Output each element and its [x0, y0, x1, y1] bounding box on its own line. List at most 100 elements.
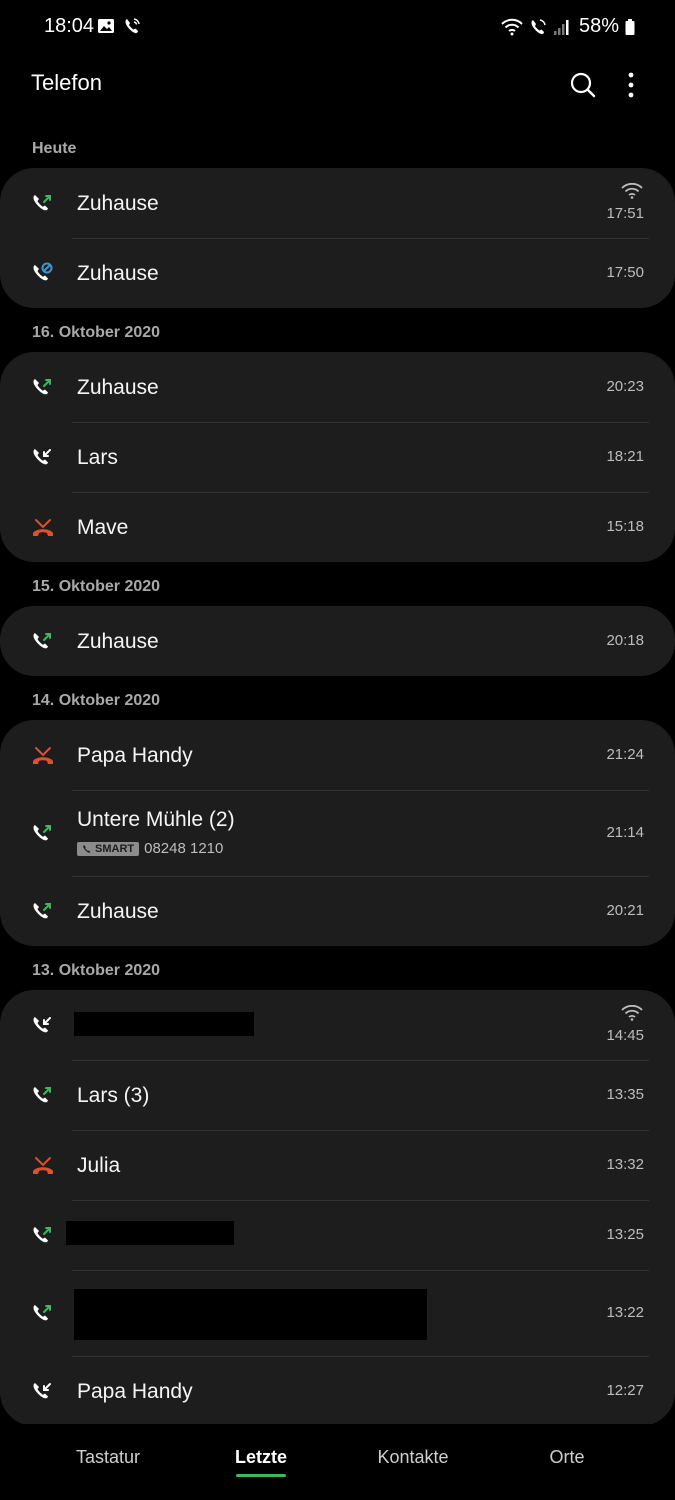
call-time: 17:50	[606, 264, 644, 281]
date-header: Heute	[32, 140, 77, 157]
status-time: 18:04	[44, 15, 95, 37]
call-row[interactable]: Papa Handy 12:27	[0, 1356, 675, 1424]
call-row[interactable]: Zuhause 20:18	[0, 606, 675, 676]
call-row[interactable]: Julia 13:32	[0, 1130, 675, 1200]
outgoing-call-icon	[33, 195, 51, 211]
call-row[interactable]: Papa Handy 21:24	[0, 720, 675, 790]
call-group: 16. Oktober 2020 Zuhause 20:23 Lars 18:2…	[0, 324, 675, 562]
call-time: 12:27	[606, 1382, 644, 1399]
call-time: 21:24	[606, 746, 644, 763]
call-log-list: Heute Zuhause 17:51 Zuhause 17:50 16. Ok…	[0, 140, 675, 1424]
smart-call-badge: SMART	[77, 841, 140, 856]
active-tab-indicator	[236, 1474, 286, 1477]
outgoing-call-icon	[33, 379, 51, 395]
contact-name: Lars (3)	[77, 1084, 150, 1107]
contact-name: Untere Mühle (2)	[77, 808, 235, 831]
incoming-call-icon	[33, 1383, 51, 1399]
contact-name: Papa Handy	[77, 744, 193, 767]
call-card: Papa Handy 21:24 Untere Mühle (2) SMART …	[0, 720, 675, 946]
incoming-call-icon	[33, 1017, 51, 1033]
call-row[interactable]: Zuhause 17:51	[0, 168, 675, 238]
battery-percentage: 58%	[578, 15, 619, 37]
tab-kontakte[interactable]: Kontakte	[377, 1447, 448, 1468]
call-time: 18:21	[606, 448, 644, 465]
tab-orte[interactable]: Orte	[549, 1447, 584, 1468]
outgoing-call-icon	[33, 633, 51, 649]
call-time: 13:22	[606, 1304, 644, 1321]
incoming-call-icon	[33, 449, 51, 465]
blocked-call-icon	[33, 262, 53, 281]
signal-icon	[553, 19, 569, 35]
outgoing-call-icon	[33, 1305, 51, 1321]
date-header: 14. Oktober 2020	[32, 692, 161, 709]
contact-name: Zuhause	[77, 630, 159, 653]
battery-icon	[625, 18, 635, 35]
call-time: 20:21	[606, 902, 644, 919]
call-row[interactable]: Mave 15:18	[0, 492, 675, 562]
contact-name: Zuhause	[77, 192, 159, 215]
date-header: 15. Oktober 2020	[32, 578, 161, 595]
call-row[interactable]: 13:25	[0, 1200, 675, 1270]
call-row[interactable]: Untere Mühle (2) SMART 08248 1210 21:14	[0, 790, 675, 876]
contact-name: Zuhause	[77, 900, 159, 923]
status-right-icons: 58%	[501, 15, 635, 38]
missed-call-icon	[33, 747, 53, 764]
date-header: 16. Oktober 2020	[32, 324, 161, 341]
redacted-name	[74, 1012, 254, 1036]
redacted-name	[74, 1289, 427, 1340]
call-card: 14:45 Lars (3) 13:35 Julia 13:32 13:25 1…	[0, 990, 675, 1424]
call-time: 13:25	[606, 1226, 644, 1243]
outgoing-call-icon	[33, 1087, 51, 1103]
call-row[interactable]: 14:45	[0, 990, 675, 1060]
status-left-icons	[97, 17, 141, 35]
call-time: 17:51	[606, 205, 644, 222]
phone-number: 08248 1210	[144, 840, 224, 857]
call-row[interactable]: Zuhause 20:21	[0, 876, 675, 946]
missed-call-icon	[33, 1157, 53, 1174]
call-time: 20:18	[606, 632, 644, 649]
call-time: 13:35	[606, 1086, 644, 1103]
call-time: 21:14	[606, 824, 644, 841]
wifi-call-indicator-icon	[621, 1005, 643, 1021]
contact-name: Zuhause	[77, 376, 159, 399]
contact-name: Mave	[77, 516, 129, 539]
status-bar: 18:04 58%	[0, 0, 675, 56]
contact-name: Julia	[77, 1154, 121, 1177]
date-header: 13. Oktober 2020	[32, 962, 161, 979]
call-row[interactable]: Zuhause 17:50	[0, 238, 675, 308]
call-row[interactable]: Zuhause 20:23	[0, 352, 675, 422]
call-card: Zuhause 20:23 Lars 18:21 Mave 15:18	[0, 352, 675, 562]
gallery-icon	[98, 19, 114, 33]
wifi-call-icon	[531, 18, 546, 34]
call-row[interactable]: Lars (3) 13:35	[0, 1060, 675, 1130]
call-group: 14. Oktober 2020 Papa Handy 21:24 Untere…	[0, 692, 675, 946]
wifi-call-icon	[125, 18, 140, 34]
search-icon[interactable]	[566, 68, 600, 102]
missed-call-icon	[33, 519, 53, 536]
call-time: 20:23	[606, 378, 644, 395]
outgoing-call-icon	[33, 903, 51, 919]
app-bar: Telefon	[0, 56, 675, 116]
app-title: Telefon	[31, 70, 102, 95]
call-details: SMART 08248 1210	[77, 840, 223, 857]
more-options-icon[interactable]	[614, 68, 648, 102]
wifi-icon	[501, 18, 523, 35]
phone-icon	[83, 844, 91, 853]
smart-badge-label: SMART	[95, 842, 135, 855]
redacted-name	[66, 1221, 234, 1245]
tab-tastatur[interactable]: Tastatur	[76, 1447, 140, 1468]
tab-letzte[interactable]: Letzte	[235, 1447, 287, 1468]
contact-name: Zuhause	[77, 262, 159, 285]
call-row[interactable]: 13:22	[0, 1270, 675, 1356]
contact-name: Papa Handy	[77, 1380, 193, 1403]
bottom-navigation: Tastatur Letzte Kontakte Orte	[0, 1424, 675, 1500]
call-card: Zuhause 17:51 Zuhause 17:50	[0, 168, 675, 308]
call-card: Zuhause 20:18	[0, 606, 675, 676]
contact-name: Lars	[77, 446, 118, 469]
call-group: 15. Oktober 2020 Zuhause 20:18	[0, 578, 675, 676]
call-time: 15:18	[606, 518, 644, 535]
call-row[interactable]: Lars 18:21	[0, 422, 675, 492]
wifi-call-indicator-icon	[621, 183, 643, 199]
call-group: 13. Oktober 2020 14:45 Lars (3) 13:35 Ju…	[0, 962, 675, 1424]
call-time: 13:32	[606, 1156, 644, 1173]
